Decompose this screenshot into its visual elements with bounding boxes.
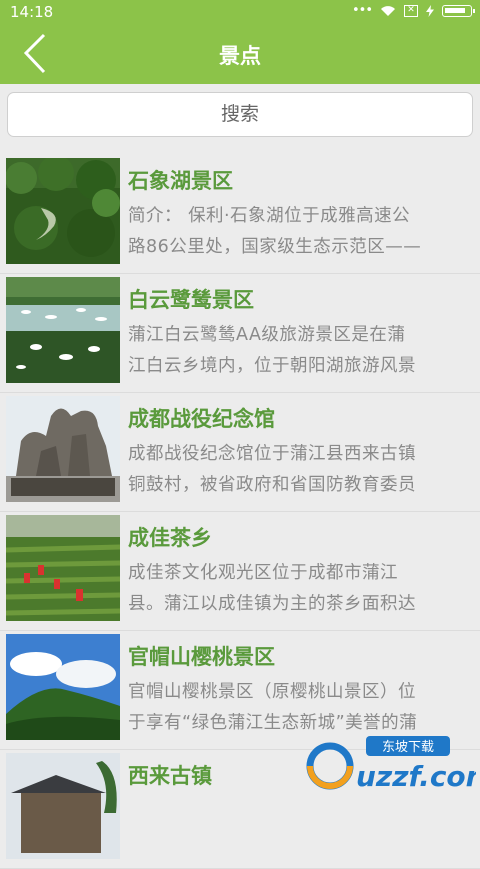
status-icons: ••• ✕ [351, 3, 475, 18]
spot-description: 简介： 保利·石象湖位于成雅高速公 路86公里处，国家级生态示范区—— [128, 201, 472, 263]
spot-desc-line: 成佳茶文化观光区位于成都市蒲江 [128, 563, 398, 583]
search-input[interactable]: 搜索 [7, 92, 473, 137]
spot-desc-line: 江白云乡境内，位于朝阳湖旅游风景 [128, 356, 416, 376]
list-item[interactable]: 成佳茶乡 成佳茶文化观光区位于成都市蒲江 县。蒲江以成佳镇为主的茶乡面积达 [0, 512, 480, 631]
spot-thumbnail [6, 515, 120, 621]
spot-desc-line: 铜鼓村，被省政府和省国防教育委员 [128, 475, 416, 495]
spot-description: 官帽山樱桃景区（原樱桃山景区）位 于享有“绿色蒲江生态新城”美誉的蒲 [128, 677, 472, 739]
watermark-logo: 东坡下载 uzzf.com [306, 732, 480, 796]
charging-icon [426, 5, 434, 17]
spot-thumbnail [6, 277, 120, 383]
list-item[interactable]: 成都战役纪念馆 成都战役纪念馆位于蒲江县西来古镇 铜鼓村，被省政府和省国防教育委… [0, 393, 480, 512]
spot-desc-line: 成都战役纪念馆位于蒲江县西来古镇 [128, 444, 416, 464]
no-sim-icon: ✕ [404, 5, 418, 17]
wifi-icon [381, 6, 395, 16]
page-title: 景点 [219, 44, 261, 68]
spot-name: 成佳茶乡 [128, 526, 212, 550]
spot-desc-line: 蒲江白云鹭鸶AA级旅游景区是在蒲 [128, 325, 406, 345]
spot-description: 成都战役纪念馆位于蒲江县西来古镇 铜鼓村，被省政府和省国防教育委员 [128, 439, 472, 501]
spot-desc-line: 简介： 保利·石象湖位于成雅高速公 [128, 206, 411, 226]
spot-desc-line: 县。蒲江以成佳镇为主的茶乡面积达 [128, 594, 416, 614]
list-item[interactable]: 石象湖景区 简介： 保利·石象湖位于成雅高速公 路86公里处，国家级生态示范区—… [0, 155, 480, 274]
spot-thumbnail [6, 396, 120, 502]
watermark-site: uzzf.com [356, 760, 476, 793]
status-bar: 14:18 ••• ✕ [0, 0, 480, 24]
spot-description: 蒲江白云鹭鸶AA级旅游景区是在蒲 江白云乡境内，位于朝阳湖旅游风景 [128, 320, 472, 382]
spot-name: 白云鹭鸶景区 [128, 288, 254, 312]
spot-name: 石象湖景区 [128, 169, 233, 193]
spot-desc-line: 路86公里处，国家级生态示范区—— [128, 237, 422, 257]
more-dots-icon: ••• [351, 3, 373, 18]
watermark-brand: 东坡下载 [382, 740, 434, 755]
spot-name: 成都战役纪念馆 [128, 407, 275, 431]
spot-name: 官帽山樱桃景区 [128, 645, 275, 669]
spot-description [128, 796, 472, 858]
list-item[interactable]: 白云鹭鸶景区 蒲江白云鹭鸶AA级旅游景区是在蒲 江白云乡境内，位于朝阳湖旅游风景 [0, 274, 480, 393]
spot-thumbnail [6, 753, 120, 859]
spot-description: 成佳茶文化观光区位于成都市蒲江 县。蒲江以成佳镇为主的茶乡面积达 [128, 558, 472, 620]
spot-name: 西来古镇 [128, 764, 212, 788]
spot-desc-line: 官帽山樱桃景区（原樱桃山景区）位 [128, 682, 416, 702]
spot-thumbnail [6, 634, 120, 740]
battery-icon [442, 5, 475, 17]
app-header: 景点 [0, 24, 480, 84]
status-time: 14:18 [10, 3, 54, 21]
spot-thumbnail [6, 158, 120, 264]
